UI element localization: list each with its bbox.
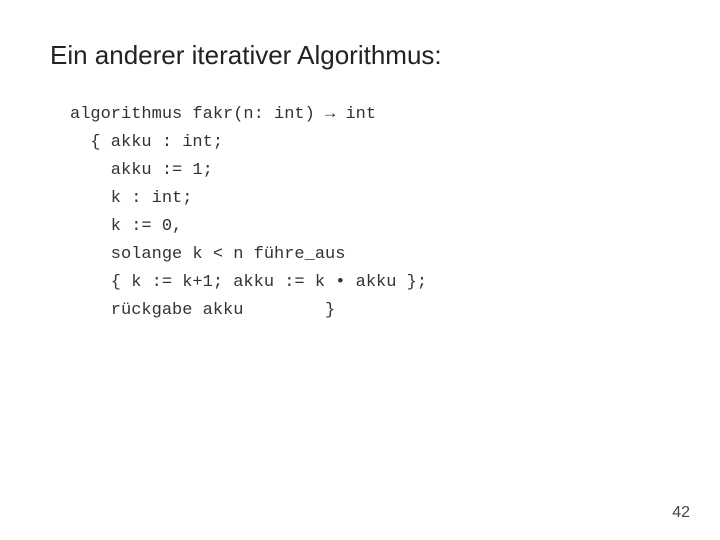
code-line-4: k : int; <box>70 185 670 213</box>
code-line-8: rückgabe akku } <box>70 297 670 325</box>
code-block: algorithmus fakr(n: int) → int { akku : … <box>70 101 670 325</box>
page-number: 42 <box>672 504 690 522</box>
code-line-6: solange k < n führe_aus <box>70 241 670 269</box>
slide-container: Ein anderer iterativer Algorithmus: algo… <box>0 0 720 540</box>
code-line-7: { k := k+1; akku := k • akku }; <box>70 269 670 297</box>
code-line-5: k := 0, <box>70 213 670 241</box>
code-line-2: { akku : int; <box>70 129 670 157</box>
code-line-3: akku := 1; <box>70 157 670 185</box>
code-line-1: algorithmus fakr(n: int) → int <box>70 101 670 129</box>
slide-title: Ein anderer iterativer Algorithmus: <box>50 40 670 71</box>
